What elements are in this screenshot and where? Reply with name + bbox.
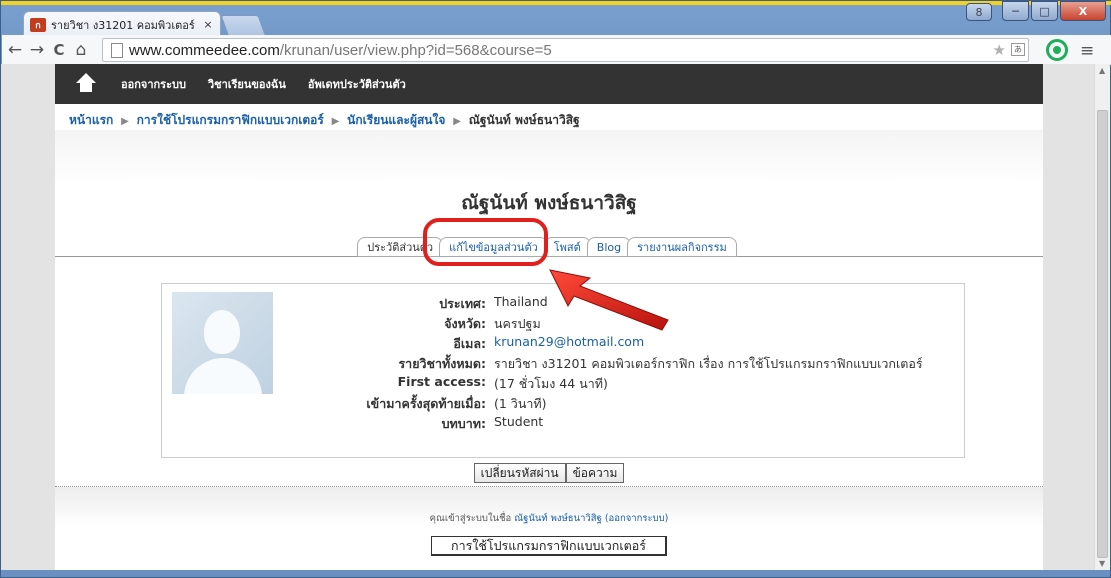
breadcrumb: หน้าแรก ▶ การใช้โปรแกรมกราฟิกแบบเวกเตอร์… xyxy=(69,111,580,130)
header-shade xyxy=(55,130,1043,184)
page-title: ณัฐนันท์ พงษ์ธนาวิสิฐ xyxy=(461,192,637,214)
field-value: รายวิชา ง31201 คอมพิวเตอร์กราฟิก เรื่อง … xyxy=(494,356,923,371)
nav-my-courses[interactable]: วิชาเรียนของฉัน xyxy=(208,75,286,93)
scroll-thumb[interactable] xyxy=(1097,110,1108,558)
back-arrow-icon[interactable]: ← xyxy=(4,39,26,61)
tab-blog[interactable]: Blog xyxy=(586,237,632,257)
breadcrumb-separator: ▶ xyxy=(121,116,129,127)
tab-close-icon[interactable]: × xyxy=(202,18,214,31)
field-value: Student xyxy=(494,414,544,429)
field-role: บทบาท: Student xyxy=(274,414,964,432)
login-prefix: คุณเข้าสู่ระบบในชื่อ xyxy=(429,513,512,524)
field-value: (17 ชั่วโมง 44 นาที) xyxy=(494,376,608,391)
tab-bar: ก รายวิชา ง31201 คอมพิวเตอร์ × xyxy=(1,5,1111,37)
breadcrumb-current: ณัฐนันท์ พงษ์ธนาวิสิฐ xyxy=(468,113,580,127)
avatar-body xyxy=(184,358,262,394)
message-button[interactable]: ข้อความ xyxy=(565,463,625,483)
browser-toolbar: ← → C ⌂ www.commeedee.com /krunan/user/v… xyxy=(2,35,1111,65)
field-last-access: เข้ามาครั้งสุดท้ายเมื่อ: (1 วินาที) xyxy=(274,394,964,412)
tab-posts[interactable]: โพสต์ xyxy=(543,237,591,257)
browser-tab[interactable]: ก รายวิชา ง31201 คอมพิวเตอร์ × xyxy=(23,11,221,37)
maximize-button[interactable]: □ xyxy=(1031,1,1058,21)
field-label: บทบาท: xyxy=(441,416,486,431)
annotation-highlight-ring xyxy=(423,218,548,266)
translate-icon[interactable]: あ xyxy=(1011,43,1025,56)
breadcrumb-separator: ▶ xyxy=(453,116,461,127)
field-first-access: First access: (17 ชั่วโมง 44 นาที) xyxy=(274,374,964,392)
minimize-button[interactable]: ─ xyxy=(1002,1,1029,21)
url-host: www.commeedee.com xyxy=(129,41,280,59)
breadcrumb-home[interactable]: หน้าแรก xyxy=(69,113,113,127)
close-window-button[interactable]: X xyxy=(1060,1,1106,21)
nav-logout[interactable]: ออกจากระบบ xyxy=(121,75,186,93)
profile-tabs: ประวัติส่วนตัว แก้ไขข้อมูลส่วนตัว โพสต์ … xyxy=(55,235,1043,257)
profile-actions: เปลี่ยนรหัสผ่าน ข้อความ xyxy=(55,463,1043,483)
avatar-head xyxy=(204,310,240,354)
field-label: เข้ามาครั้งสุดท้ายเมื่อ: xyxy=(366,396,486,411)
avatar xyxy=(172,292,273,394)
field-label: ประเทศ: xyxy=(439,296,486,311)
scroll-up-icon[interactable]: ▲ xyxy=(1099,66,1105,75)
scroll-down-icon[interactable]: ▼ xyxy=(1099,559,1105,568)
tab-title: รายวิชา ง31201 คอมพิวเตอร์ xyxy=(51,18,195,32)
bookmark-star-icon[interactable]: ★ xyxy=(993,41,1006,59)
forward-arrow-icon[interactable]: → xyxy=(26,39,48,61)
page-scrollbar[interactable]: ▲ ▼ xyxy=(1094,64,1110,570)
breadcrumb-separator: ▶ xyxy=(331,116,340,127)
browser-menu-icon[interactable]: ≡ xyxy=(1080,41,1094,61)
field-value: Thailand xyxy=(494,294,548,309)
breadcrumb-participants[interactable]: นักเรียนและผู้สนใจ xyxy=(347,113,445,127)
login-user-link[interactable]: ณัฐนันท์ พงษ์ธนาวิสิฐ xyxy=(514,513,602,524)
login-info: คุณเข้าสู่ระบบในชื่อ ณัฐนันท์ พงษ์ธนาวิส… xyxy=(55,511,1043,526)
site-top-navbar: ออกจากระบบ วิชาเรียนของฉัน อัพเดทประวัติ… xyxy=(55,64,1043,104)
new-tab-button[interactable] xyxy=(220,15,266,35)
nav-update-profile[interactable]: อัพเดทประวัติส่วนตัว xyxy=(308,75,406,93)
footer xyxy=(55,487,1043,570)
home-icon[interactable]: ⌂ xyxy=(70,39,92,61)
site-home-icon[interactable] xyxy=(75,73,97,95)
field-label: First access: xyxy=(397,374,486,389)
field-email: อีเมล: krunan29@hotmail.com xyxy=(274,334,964,352)
field-value: (1 วินาที) xyxy=(494,396,547,411)
breadcrumb-course[interactable]: การใช้โปรแกรมกราฟิกแบบเวกเตอร์ xyxy=(137,113,324,127)
reload-icon[interactable]: C xyxy=(48,39,70,61)
site-favicon-icon: ก xyxy=(30,17,46,32)
tab-activity-report[interactable]: รายงานผลกิจกรรม xyxy=(627,237,737,257)
url-path: /krunan/user/view.php?id=568&course=5 xyxy=(279,41,552,59)
extension-icon[interactable] xyxy=(1046,39,1068,61)
address-bar[interactable]: www.commeedee.com /krunan/user/view.php?… xyxy=(102,38,1029,62)
annotation-arrow-icon xyxy=(549,269,669,331)
window-controls: 8 ─ □ X xyxy=(966,1,1106,23)
user-profile-button[interactable]: 8 xyxy=(966,3,992,21)
field-label: รายวิชาทั้งหมด: xyxy=(398,356,486,371)
field-label: อีเมล: xyxy=(453,336,486,351)
change-password-button[interactable]: เปลี่ยนรหัสผ่าน xyxy=(473,463,566,483)
field-value: นครปฐม xyxy=(494,316,541,331)
field-courses: รายวิชาทั้งหมด: รายวิชา ง31201 คอมพิวเตอ… xyxy=(274,354,964,372)
email-link[interactable]: krunan29@hotmail.com xyxy=(494,334,644,349)
logout-link[interactable]: (ออกจากระบบ) xyxy=(605,513,669,524)
field-label: จังหวัด: xyxy=(444,316,486,331)
course-home-button[interactable]: การใช้โปรแกรมกราฟิกแบบเวกเตอร์ xyxy=(431,536,667,556)
page-icon xyxy=(111,42,123,58)
